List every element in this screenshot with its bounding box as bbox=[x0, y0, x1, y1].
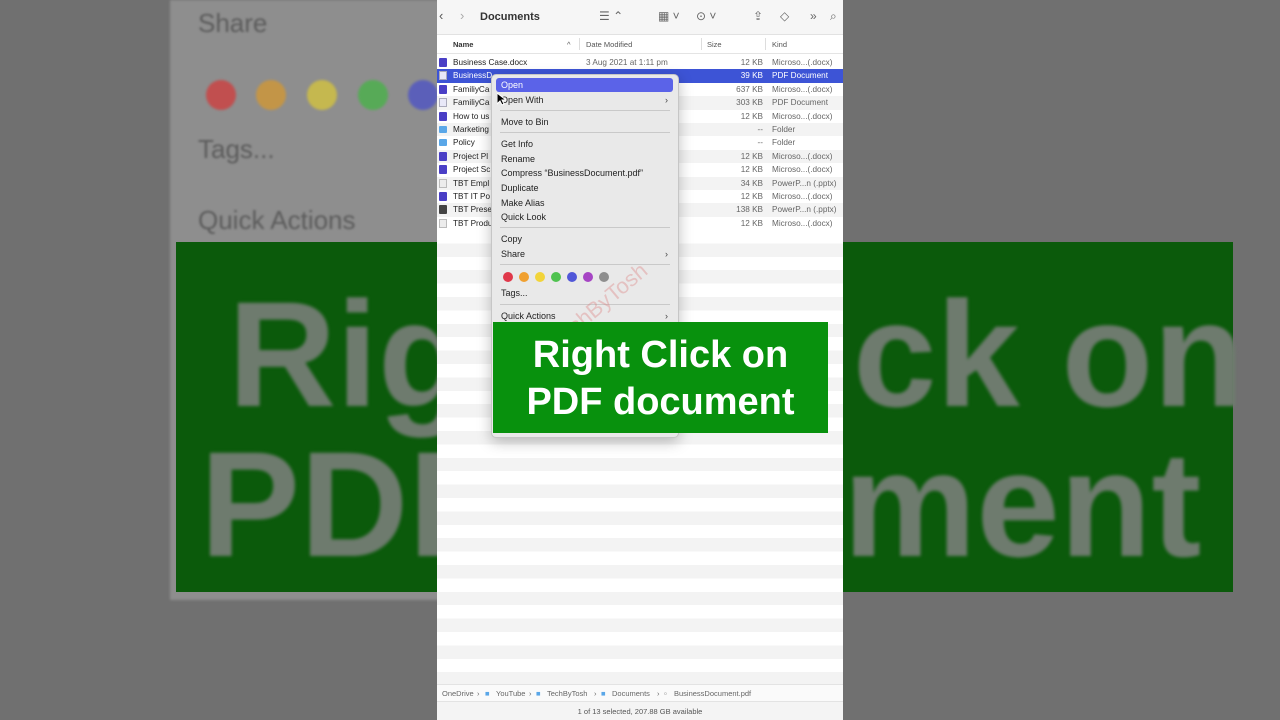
menu-item-quick-actions[interactable]: Quick Actions bbox=[501, 311, 556, 321]
background-quick-actions-label: Quick Actions bbox=[198, 205, 356, 235]
word-document-icon bbox=[439, 165, 447, 175]
background-blur-right: ck on ment bbox=[843, 0, 1280, 720]
column-divider bbox=[765, 38, 766, 50]
forward-icon[interactable]: › bbox=[460, 8, 464, 23]
menu-separator bbox=[500, 227, 670, 228]
word-document-icon bbox=[439, 111, 447, 121]
menu-separator bbox=[500, 110, 670, 111]
back-icon[interactable]: ‹ bbox=[439, 8, 443, 23]
background-blue-dot bbox=[408, 80, 437, 110]
pdf-document-icon bbox=[439, 71, 447, 81]
folder-icon: ■ bbox=[485, 689, 490, 698]
menu-item-open-with[interactable]: Open With bbox=[501, 95, 544, 105]
column-divider bbox=[579, 38, 580, 50]
tag-purple-dot[interactable] bbox=[583, 272, 593, 282]
tag-icon[interactable]: ◇ bbox=[780, 9, 789, 23]
toolbar: ‹ › Documents ☰ ⌃ ▦ ˅ ⊙ ˅ ⇪ ◇ » ⌕ bbox=[437, 0, 843, 35]
menu-item-compress[interactable]: Compress “BusinessDocument.pdf” bbox=[501, 168, 643, 178]
path-separator-icon: › bbox=[477, 689, 480, 698]
column-name[interactable]: Name bbox=[453, 40, 473, 49]
caption-line-1: Right Click on bbox=[532, 334, 789, 376]
background-share-label: Share bbox=[198, 8, 268, 38]
window-title: Documents bbox=[480, 11, 540, 23]
path-separator-icon: › bbox=[657, 689, 660, 698]
path-separator-icon: › bbox=[594, 689, 597, 698]
folder-icon bbox=[439, 125, 447, 133]
column-size[interactable]: Size bbox=[707, 40, 722, 49]
path-segment[interactable]: TechByTosh bbox=[547, 689, 587, 698]
path-segment[interactable]: Documents bbox=[612, 689, 650, 698]
background-blur-left: Share Tags... Quick Actions Rig PDF bbox=[0, 0, 437, 720]
folder-icon: ■ bbox=[536, 689, 541, 698]
column-header: Name ^ Date Modified Size Kind bbox=[437, 35, 843, 54]
menu-separator bbox=[500, 132, 670, 133]
menu-item-tags[interactable]: Tags... bbox=[501, 288, 528, 298]
path-segment[interactable]: OneDrive bbox=[442, 689, 474, 698]
table-row[interactable]: Business Case.docx 3 Aug 2021 at 1:11 pm 1… bbox=[437, 56, 843, 69]
file-icon bbox=[439, 178, 447, 188]
folder-icon bbox=[439, 139, 447, 147]
tag-blue-dot[interactable] bbox=[567, 272, 577, 282]
list-view-icon[interactable]: ☰ ⌃ bbox=[599, 9, 623, 23]
background-yellow-dot bbox=[307, 80, 337, 110]
background-red-dot bbox=[206, 80, 236, 110]
background-big-text-3: ck on bbox=[853, 270, 1245, 438]
pdf-document-icon: ▫ bbox=[664, 689, 667, 698]
background-big-text-2: PDF bbox=[200, 420, 437, 588]
background-tags-label: Tags... bbox=[198, 134, 275, 164]
more-actions-icon[interactable]: ⊙ ˅ bbox=[696, 9, 716, 23]
menu-separator bbox=[500, 264, 670, 265]
tag-yellow-dot[interactable] bbox=[535, 272, 545, 282]
path-segment[interactable]: YouTube bbox=[496, 689, 525, 698]
menu-item-move-to-bin[interactable]: Move to Bin bbox=[501, 117, 549, 127]
tag-orange-dot[interactable] bbox=[519, 272, 529, 282]
menu-item-share[interactable]: Share bbox=[501, 249, 525, 259]
menu-item-make-alias[interactable]: Make Alias bbox=[501, 198, 545, 208]
column-date[interactable]: Date Modified bbox=[586, 40, 632, 49]
word-document-icon bbox=[439, 84, 447, 94]
word-document-icon bbox=[439, 58, 447, 67]
pdf-document-icon bbox=[439, 98, 447, 108]
chevron-right-icon: › bbox=[665, 95, 668, 105]
menu-item-duplicate[interactable]: Duplicate bbox=[501, 183, 539, 193]
tag-green-dot[interactable] bbox=[551, 272, 561, 282]
folder-icon: ■ bbox=[601, 689, 606, 698]
background-orange-dot bbox=[256, 80, 286, 110]
menu-item-open[interactable]: Open bbox=[501, 80, 523, 90]
caption-line-2: PDF document bbox=[526, 381, 795, 423]
background-big-text-1: Rig bbox=[228, 270, 437, 438]
caption-banner: Right Click on PDF document bbox=[493, 322, 828, 433]
status-bar: 1 of 13 selected, 207.88 GB available bbox=[437, 701, 843, 720]
search-icon[interactable]: ⌕ bbox=[830, 9, 837, 24]
menu-item-rename[interactable]: Rename bbox=[501, 154, 535, 164]
path-separator-icon: › bbox=[529, 689, 532, 698]
tag-red-dot[interactable] bbox=[503, 272, 513, 282]
path-bar: OneDrive › ■ YouTube › ■ TechByTosh › ■ … bbox=[437, 684, 843, 701]
column-divider bbox=[701, 38, 702, 50]
sort-chevron-icon: ^ bbox=[567, 40, 571, 49]
menu-item-copy[interactable]: Copy bbox=[501, 234, 522, 244]
grid-view-icon[interactable]: ▦ ˅ bbox=[658, 9, 680, 23]
mouse-cursor-icon bbox=[497, 93, 506, 106]
menu-item-get-info[interactable]: Get Info bbox=[501, 139, 533, 149]
chevron-right-icon: › bbox=[665, 311, 668, 321]
column-kind[interactable]: Kind bbox=[772, 40, 787, 49]
overflow-icon[interactable]: » bbox=[810, 9, 817, 23]
word-document-icon bbox=[439, 151, 447, 161]
word-document-icon bbox=[439, 191, 447, 201]
file-icon bbox=[439, 218, 447, 228]
menu-item-quick-look[interactable]: Quick Look bbox=[501, 212, 546, 222]
background-big-text-4: ment bbox=[843, 420, 1202, 588]
chevron-right-icon: › bbox=[665, 249, 668, 259]
background-green-dot bbox=[358, 80, 388, 110]
path-segment[interactable]: BusinessDocument.pdf bbox=[674, 689, 751, 698]
presentation-icon bbox=[439, 205, 447, 215]
share-icon[interactable]: ⇪ bbox=[753, 9, 763, 23]
